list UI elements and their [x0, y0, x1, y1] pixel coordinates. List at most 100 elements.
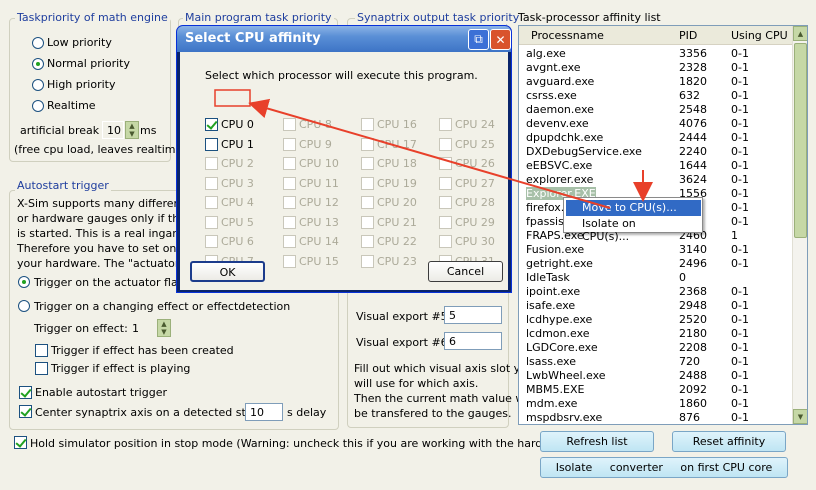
process-pid: 1644 — [679, 159, 707, 172]
priority-radio[interactable] — [32, 58, 44, 70]
table-row[interactable]: explorer.exe 3624 0-1 — [519, 173, 794, 187]
table-row[interactable]: getright.exe 2496 0-1 — [519, 257, 794, 271]
table-row[interactable]: devenv.exe 4076 0-1 — [519, 117, 794, 131]
cpu-label: CPU 22 — [377, 235, 417, 248]
process-cpu: 0-1 — [731, 61, 749, 74]
cpu-label: CPU 24 — [455, 118, 495, 131]
effect-created-checkbox[interactable] — [35, 344, 48, 357]
table-row[interactable]: alg.exe 3356 0-1 — [519, 47, 794, 61]
cpu-label: CPU 0 — [221, 118, 254, 131]
cpu-checkbox — [205, 215, 218, 229]
table-row[interactable]: dpupdchk.exe 2444 0-1 — [519, 131, 794, 145]
menu-item-move-to-cpu[interactable]: Move to CPU(s)... — [566, 200, 701, 216]
cpu-label: CPU 8 — [299, 118, 332, 131]
visual-row-input[interactable]: 6 — [444, 332, 502, 350]
table-row[interactable]: avguard.exe 1820 0-1 — [519, 75, 794, 89]
process-cpu: 0-1 — [731, 103, 749, 116]
table-row[interactable]: csrss.exe 632 0-1 — [519, 89, 794, 103]
center-axis-checkbox[interactable] — [19, 405, 32, 418]
cpu-label: CPU 9 — [299, 137, 332, 151]
cpu-label: CPU 29 — [455, 215, 495, 229]
trigger-flag-radio[interactable] — [18, 276, 30, 288]
table-row[interactable]: MBM5.EXE 2092 0-1 — [519, 383, 794, 397]
break-input[interactable]: 10 — [102, 121, 124, 139]
effect-playing-label: Trigger if effect is playing — [51, 362, 191, 375]
restore-icon[interactable]: ⧉ — [468, 29, 489, 50]
cpu-checkbox — [439, 235, 452, 248]
table-row[interactable]: Fusion.exe 3140 0-1 — [519, 243, 794, 257]
priority-radio[interactable] — [32, 37, 44, 49]
scroll-thumb[interactable] — [794, 43, 807, 238]
cpu-checkbox — [205, 176, 218, 190]
cpu-checkbox — [361, 215, 374, 229]
cpu-checkbox — [283, 157, 296, 170]
cpu-label: CPU 21 — [377, 215, 417, 229]
cpu-checkbox — [283, 176, 296, 190]
break-spinner[interactable]: ▲ ▼ — [125, 121, 139, 139]
process-name: mspdbsrv.exe — [526, 411, 603, 424]
cpu-checkbox — [361, 176, 374, 190]
hold-position-checkbox[interactable] — [14, 436, 27, 449]
cpu-checkbox — [361, 157, 374, 170]
close-icon[interactable]: ✕ — [490, 29, 511, 50]
main-priority-legend: Main program task priority — [183, 11, 334, 24]
effect-playing-checkbox[interactable] — [35, 362, 48, 375]
table-row[interactable]: IdleTask 0 — [519, 271, 794, 285]
process-name: lsass.exe — [526, 355, 576, 368]
priority-radio[interactable] — [32, 100, 44, 112]
table-row[interactable]: LGDCore.exe 2208 0-1 — [519, 341, 794, 355]
break-unit: ms — [140, 124, 157, 137]
cancel-button[interactable]: Cancel — [428, 261, 503, 282]
column-header-pid[interactable]: PID — [679, 29, 697, 42]
cpu-checkbox[interactable] — [205, 137, 218, 151]
enable-autostart-checkbox[interactable] — [19, 386, 32, 399]
priority-radio[interactable] — [32, 79, 44, 91]
process-name: IdleTask — [526, 271, 570, 284]
reset-affinity-button[interactable]: Reset affinity — [672, 431, 786, 452]
scroll-down-icon[interactable]: ▼ — [793, 409, 807, 424]
table-row[interactable]: ipoint.exe 2368 0-1 — [519, 285, 794, 299]
table-row[interactable]: eEBSVC.exe 1644 0-1 — [519, 159, 794, 173]
process-pid: 2496 — [679, 257, 707, 270]
table-row[interactable]: LwbWheel.exe 2488 0-1 — [519, 369, 794, 383]
table-row[interactable]: lsass.exe 720 0-1 — [519, 355, 794, 369]
down-icon: ▼ — [161, 328, 167, 336]
menu-item-isolate-on-cpu[interactable]: Isolate on CPU(s)... — [566, 216, 701, 243]
cpu-checkbox[interactable] — [205, 118, 218, 131]
trigger-on-effect-label: Trigger on effect: — [34, 322, 128, 335]
process-pid: 2488 — [679, 369, 707, 382]
ok-button[interactable]: OK — [190, 261, 265, 282]
table-row[interactable]: avgnt.exe 2328 0-1 — [519, 61, 794, 75]
cpu-label: CPU 23 — [377, 254, 417, 268]
trigger-on-effect-value[interactable]: 1 — [132, 322, 139, 335]
autostart-description: Therefore you have to set on whi — [17, 242, 199, 255]
cpu-affinity-dialog: Select CPU affinity ⧉ ✕ Select which pro… — [176, 25, 512, 293]
effect-spinner[interactable]: ▲ ▼ — [157, 319, 171, 337]
isolate-converter-button[interactable]: Isolate converter on first CPU core — [540, 457, 788, 478]
process-cpu: 0-1 — [731, 117, 749, 130]
table-row[interactable]: daemon.exe 2548 0-1 — [519, 103, 794, 117]
trigger-effect-radio[interactable] — [18, 300, 30, 312]
process-cpu: 0-1 — [731, 131, 749, 144]
center-axis-label: Center synaptrix axis on a detected stop — [35, 406, 260, 419]
process-name: dpupdchk.exe — [526, 131, 604, 144]
visual-row-input[interactable]: 5 — [444, 306, 502, 324]
refresh-list-button[interactable]: Refresh list — [540, 431, 654, 452]
list-scrollbar[interactable]: ▲ ▼ — [792, 26, 807, 424]
cpu-checkbox — [283, 235, 296, 248]
column-header-cpu[interactable]: Using CPU — [731, 29, 788, 42]
column-header-processname[interactable]: Processname — [531, 29, 604, 42]
center-delay-input[interactable]: 10 — [245, 403, 283, 421]
table-row[interactable]: DXDebugService.exe 2240 0-1 — [519, 145, 794, 159]
process-name: lcdhype.exe — [526, 313, 593, 326]
table-row[interactable]: lcdhype.exe 2520 0-1 — [519, 313, 794, 327]
cpu-checkbox — [205, 157, 218, 170]
process-pid: 632 — [679, 89, 700, 102]
cpu-checkbox — [439, 118, 452, 131]
table-row[interactable]: mdm.exe 1860 0-1 — [519, 397, 794, 411]
scroll-up-icon[interactable]: ▲ — [793, 26, 807, 41]
table-row[interactable]: isafe.exe 2948 0-1 — [519, 299, 794, 313]
process-name: alg.exe — [526, 47, 566, 60]
table-row[interactable]: mspdbsrv.exe 876 0-1 — [519, 411, 794, 424]
table-row[interactable]: lcdmon.exe 2180 0-1 — [519, 327, 794, 341]
